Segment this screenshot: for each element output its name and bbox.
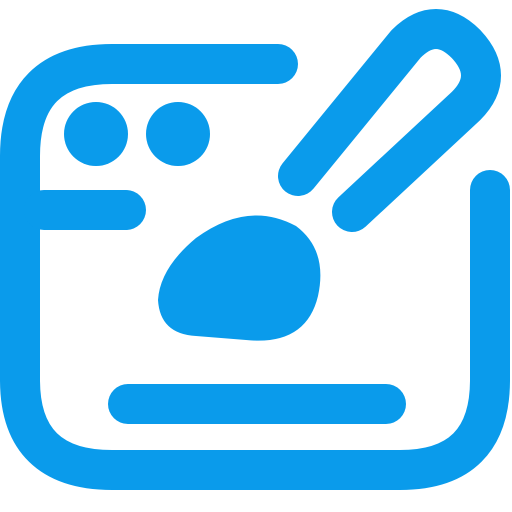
- window-dot-1: [64, 102, 128, 166]
- paint-window-icon: [0, 9, 510, 490]
- brush-tip: [158, 215, 321, 341]
- brush-handle: [278, 9, 501, 232]
- icon-canvas: [0, 0, 512, 512]
- window-dot-2: [146, 102, 210, 166]
